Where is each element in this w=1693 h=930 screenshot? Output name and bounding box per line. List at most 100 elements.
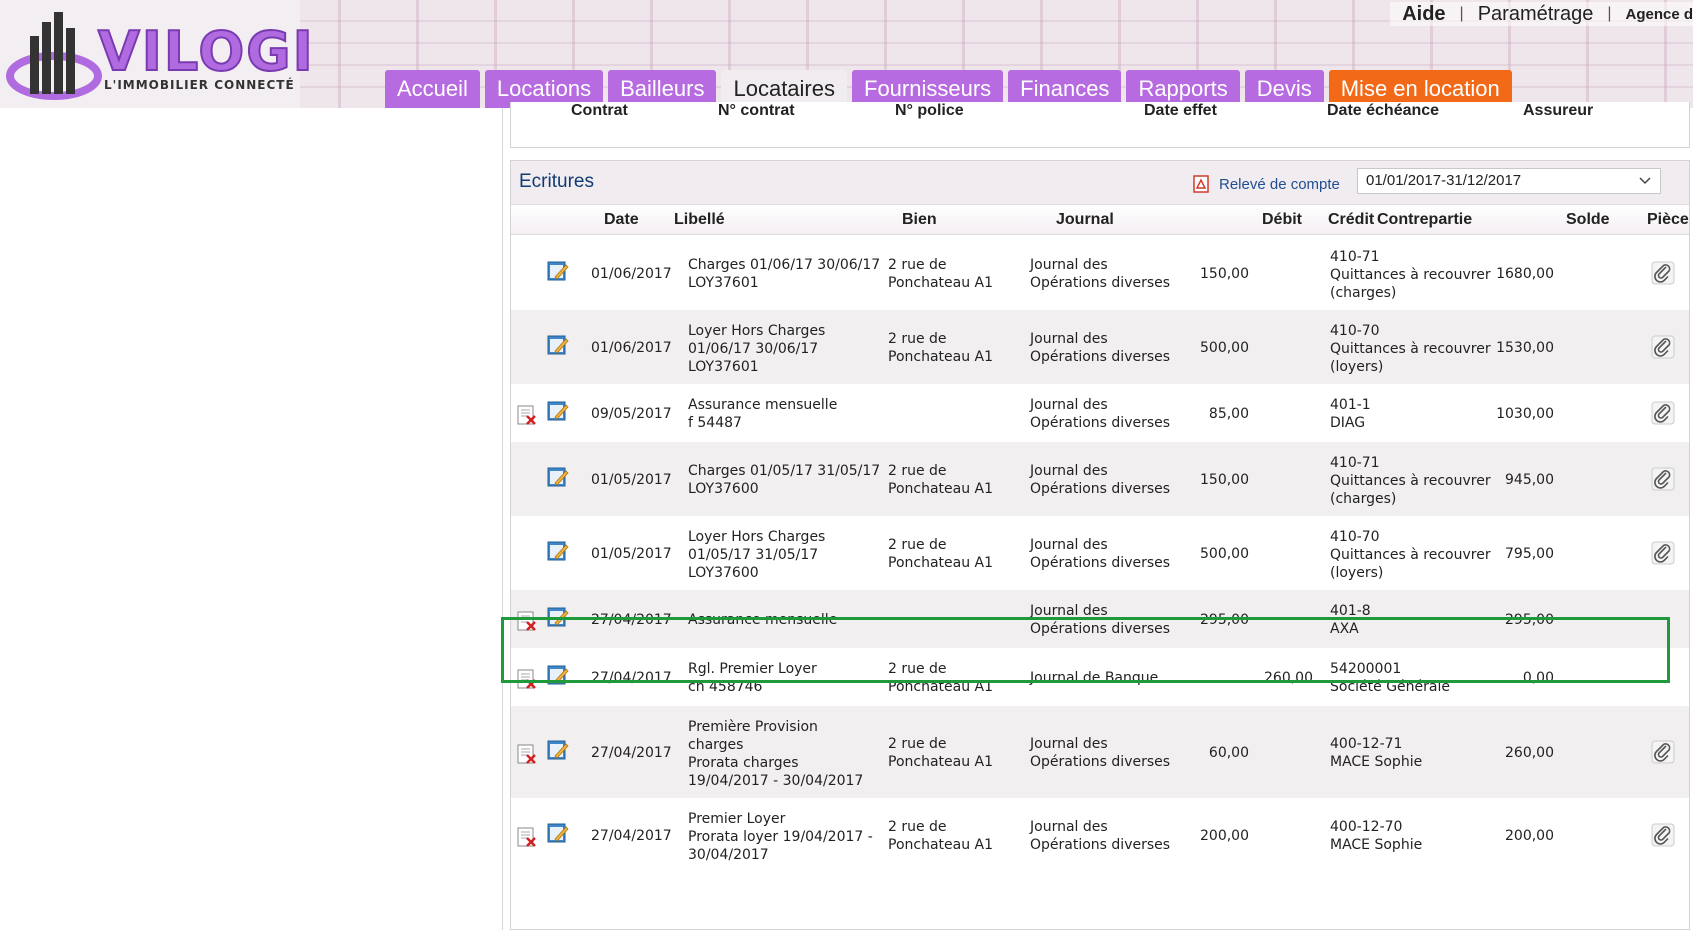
cell-debit: 150,00: [1200, 472, 1249, 488]
table-row: 01/06/2017 Charges 01/06/17 30/06/17 LOY3…: [511, 236, 1689, 310]
col-piece[interactable]: Pièce: [1647, 211, 1689, 229]
edit-entry-icon[interactable]: [546, 821, 570, 845]
col-date[interactable]: Date: [604, 211, 639, 229]
attachment-icon[interactable]: [1651, 740, 1675, 764]
cell-libelle: Charges 01/06/17 30/06/17 LOY37601: [688, 257, 881, 291]
cell-bien: 2 rue de Ponchateau A1: [888, 537, 994, 571]
col-contrepartie[interactable]: Contrepartie: [1377, 211, 1472, 229]
cell-credit: 260,00: [1264, 670, 1313, 686]
edit-entry-icon[interactable]: [546, 738, 570, 762]
cell-contrepartie: 410-70 Quittances à recouvrer (loyers): [1330, 323, 1491, 375]
attachment-icon[interactable]: [1651, 823, 1675, 847]
table-row: 01/06/2017 Loyer Hors Charges 01/06/17 30…: [511, 310, 1689, 384]
attachment-icon[interactable]: [1651, 261, 1675, 285]
vilogi-logo[interactable]: VILOGI L'IMMOBILIER CONNECTÉ: [6, 6, 336, 102]
link-separator: |: [1607, 5, 1612, 22]
table-row: 01/05/2017 Charges 01/05/17 31/05/17 LOY3…: [511, 442, 1689, 516]
cell-date: 27/04/2017: [591, 828, 672, 844]
cell-contrepartie: 410-71 Quittances à recouvrer (charges): [1330, 249, 1491, 301]
cell-libelle: Première Provision charges Prorata charg…: [688, 719, 864, 789]
cell-solde: 945,00: [1505, 472, 1554, 488]
cell-date: 27/04/2017: [591, 612, 672, 628]
top-links: Aide | Paramétrage | Agence d: [1390, 2, 1693, 26]
delete-entry-icon[interactable]: [515, 403, 539, 427]
delete-entry-icon[interactable]: [515, 667, 539, 691]
cell-libelle: Charges 01/05/17 31/05/17 LOY37600: [688, 463, 881, 497]
cell-contrepartie: 401-8 AXA: [1330, 603, 1371, 637]
table-row: 09/05/2017 Assurance mensuelle f 54487 Jou…: [511, 384, 1689, 442]
contract-table-header: Contrat N° contrat N° police Date effet …: [511, 102, 1689, 122]
edit-entry-icon[interactable]: [546, 259, 570, 283]
cell-bien: 2 rue de Ponchateau A1: [888, 331, 994, 365]
table-row: 27/04/2017 Première Provision charges Pro…: [511, 706, 1689, 798]
insurance-contract-panel: Contrat N° contrat N° police Date effet …: [510, 102, 1690, 148]
attachment-icon[interactable]: [1651, 467, 1675, 491]
edit-entry-icon[interactable]: [546, 465, 570, 489]
attachment-icon[interactable]: [1651, 335, 1675, 359]
cell-date: 01/06/2017: [591, 340, 672, 356]
attachment-icon[interactable]: [1651, 401, 1675, 425]
edit-entry-icon[interactable]: [546, 663, 570, 687]
delete-entry-icon[interactable]: [515, 742, 539, 766]
cell-journal: Journal des Opérations diverses: [1030, 537, 1171, 571]
edit-entry-icon[interactable]: [546, 605, 570, 629]
help-link[interactable]: Aide: [1402, 3, 1445, 26]
col-credit[interactable]: Crédit: [1328, 211, 1374, 229]
cell-solde: 0,00: [1522, 670, 1554, 686]
cell-contrepartie: 400-12-71 MACE Sophie: [1330, 736, 1423, 770]
chevron-down-icon: [1639, 177, 1651, 185]
attachment-icon[interactable]: [1651, 541, 1675, 565]
cell-journal: Journal des Opérations diverses: [1030, 331, 1171, 365]
col-solde[interactable]: Solde: [1566, 211, 1610, 229]
contract-col-contrat: Contrat: [571, 102, 628, 119]
edit-entry-icon[interactable]: [546, 399, 570, 423]
cell-journal: Journal des Opérations diverses: [1030, 819, 1171, 853]
cell-debit: 60,00: [1208, 745, 1249, 761]
cell-solde: 1530,00: [1496, 340, 1554, 356]
cell-journal: Journal des Opérations diverses: [1030, 257, 1171, 291]
col-journal[interactable]: Journal: [1056, 211, 1114, 229]
cell-libelle: Loyer Hors Charges 01/06/17 30/06/17 LOY…: [688, 323, 826, 375]
period-select[interactable]: 01/01/2017-31/12/2017: [1357, 168, 1661, 194]
app-header: VILOGI L'IMMOBILIER CONNECTÉ Aide | Para…: [0, 0, 1693, 108]
delete-entry-icon[interactable]: [515, 609, 539, 633]
cell-solde: 295,00: [1505, 612, 1554, 628]
cell-solde: 1680,00: [1496, 266, 1554, 282]
agency-link[interactable]: Agence d: [1625, 6, 1693, 23]
cell-contrepartie: 410-70 Quittances à recouvrer (loyers): [1330, 529, 1491, 581]
contract-col-police: N° police: [895, 102, 964, 119]
cell-contrepartie: 401-1 DIAG: [1330, 397, 1371, 431]
edit-entry-icon[interactable]: [546, 539, 570, 563]
period-value: 01/01/2017-31/12/2017: [1366, 172, 1522, 189]
cell-bien: 2 rue de Ponchateau A1: [888, 736, 994, 770]
pdf-icon: [1193, 175, 1209, 193]
cell-contrepartie: 54200001 Société Générale: [1330, 661, 1450, 695]
col-debit[interactable]: Débit: [1262, 211, 1302, 229]
cell-journal: Journal des Opérations diverses: [1030, 603, 1171, 637]
cell-solde: 200,00: [1505, 828, 1554, 844]
settings-link[interactable]: Paramétrage: [1478, 3, 1594, 26]
tab-accueil[interactable]: Accueil: [385, 70, 480, 108]
logo-text: VILOGI: [97, 19, 315, 84]
cell-date: 27/04/2017: [591, 670, 672, 686]
cell-date: 01/05/2017: [591, 546, 672, 562]
edit-entry-icon[interactable]: [546, 333, 570, 357]
cell-journal: Journal des Opérations diverses: [1030, 397, 1171, 431]
left-panel: [0, 108, 503, 930]
col-bien[interactable]: Bien: [902, 211, 937, 229]
cell-libelle: Assurance mensuelle f 54487: [688, 397, 838, 431]
cell-libelle: Loyer Hors Charges 01/05/17 31/05/17 LOY…: [688, 529, 826, 581]
contract-col-assureur: Assureur: [1523, 102, 1594, 119]
releve-de-compte-link[interactable]: Relevé de compte: [1191, 174, 1340, 194]
logo-subtitle: L'IMMOBILIER CONNECTÉ: [104, 78, 295, 92]
table-row: 27/04/2017 Premier Loyer Prorata loyer 19…: [511, 798, 1689, 872]
contract-col-date-effet: Date effet: [1144, 102, 1217, 119]
cell-date: 09/05/2017: [591, 406, 672, 422]
cell-debit: 85,00: [1208, 406, 1249, 422]
delete-entry-icon[interactable]: [515, 825, 539, 849]
cell-journal: Journal de Banque: [1030, 670, 1159, 686]
ecritures-title: Ecritures: [519, 171, 594, 192]
contract-col-date-echeance: Date échéance: [1327, 102, 1440, 119]
table-row: 01/05/2017 Loyer Hors Charges 01/05/17 31…: [511, 516, 1689, 590]
col-libelle[interactable]: Libellé: [674, 211, 725, 229]
